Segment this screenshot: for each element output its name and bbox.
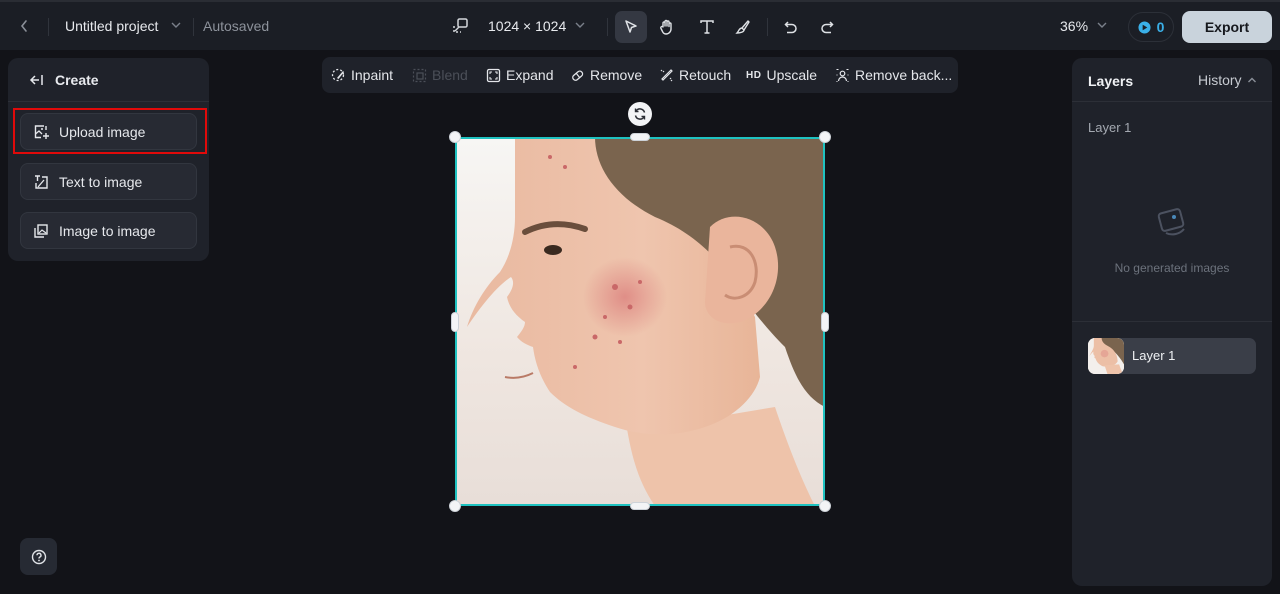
hand-icon <box>660 19 672 35</box>
credits-icon <box>1138 20 1151 34</box>
layer-item[interactable]: Layer 1 <box>1088 338 1256 374</box>
divider <box>193 18 194 36</box>
divider <box>48 18 49 36</box>
back-button[interactable] <box>14 16 34 36</box>
layers-panel-header: Layers History <box>1072 58 1272 102</box>
divider <box>1072 321 1272 322</box>
brush-icon <box>735 20 750 34</box>
divider <box>767 18 768 36</box>
highlight-annotation-box <box>13 108 207 154</box>
rotate-icon <box>634 108 646 120</box>
inpaint-button[interactable]: Inpaint <box>331 57 393 93</box>
eraser-icon <box>572 70 584 81</box>
divider <box>607 18 608 36</box>
empty-state-text: No generated images <box>1114 261 1230 275</box>
remove-background-label: Remove back... <box>855 67 953 83</box>
project-menu-chevron-icon[interactable] <box>168 17 184 33</box>
resize-handle-right[interactable] <box>821 312 829 332</box>
retouch-label: Retouch <box>679 67 732 83</box>
remove-background-button[interactable]: Remove back... <box>835 57 952 93</box>
expand-button[interactable]: Expand <box>486 57 553 93</box>
blend-icon <box>412 68 427 82</box>
text-tool-button[interactable] <box>691 11 723 43</box>
create-panel: Create Upload image Text to image Image … <box>8 58 209 261</box>
layer-name: Layer 1 <box>1132 348 1176 363</box>
expand-icon <box>486 68 501 82</box>
text-to-image-icon <box>35 174 48 189</box>
resize-handle-top-left[interactable] <box>449 131 461 143</box>
layer-section-label: Layer 1 <box>1088 120 1132 135</box>
help-icon <box>31 549 46 564</box>
collapse-left-icon <box>29 74 43 85</box>
zoom-chevron-icon[interactable] <box>1094 17 1110 33</box>
canvas-size[interactable]: 1024 × 1024 <box>488 18 566 34</box>
undo-icon <box>784 21 797 34</box>
remove-label: Remove <box>590 67 643 83</box>
text-to-image-label: Text to image <box>59 173 143 190</box>
project-title[interactable]: Untitled project <box>65 18 158 34</box>
history-label: History <box>1198 72 1242 88</box>
undo-button[interactable] <box>775 11 807 43</box>
layer-thumbnail <box>1088 338 1124 374</box>
canvas-image[interactable] <box>455 137 825 506</box>
chevron-up-icon <box>1247 77 1256 83</box>
credits-count: 0 <box>1156 19 1165 35</box>
text-icon <box>700 20 714 34</box>
blend-label: Blend <box>432 67 468 83</box>
layers-tab[interactable]: Layers <box>1088 73 1133 89</box>
autosave-status: Autosaved <box>203 18 270 34</box>
resize-handle-bottom-left[interactable] <box>449 500 461 512</box>
inpaint-label: Inpaint <box>351 67 394 83</box>
expand-label: Expand <box>506 67 554 83</box>
brush-tool-button[interactable] <box>727 11 759 43</box>
history-tab[interactable]: History <box>1198 72 1258 88</box>
help-button[interactable] <box>20 538 57 575</box>
rotate-button[interactable] <box>628 102 652 126</box>
redo-icon <box>821 21 834 34</box>
text-to-image-button[interactable]: Text to image <box>20 163 197 200</box>
chevron-left-icon <box>20 20 27 32</box>
canvas-size-chevron-icon[interactable] <box>572 17 588 33</box>
create-panel-title: Create <box>55 71 99 88</box>
inpaint-icon <box>331 68 345 81</box>
remove-background-icon <box>836 68 849 82</box>
blend-button: Blend <box>412 57 468 93</box>
hd-icon: HD <box>746 69 762 81</box>
portrait-photo <box>455 137 825 506</box>
retouch-button[interactable]: Retouch <box>659 57 731 93</box>
retouch-icon <box>660 68 673 81</box>
resize-handle-top[interactable] <box>630 133 650 141</box>
image-to-image-label: Image to image <box>59 222 156 239</box>
resize-handle-bottom-right[interactable] <box>819 500 831 512</box>
select-tool-button[interactable] <box>615 11 647 43</box>
layers-panel: Layers History Layer 1 No generated imag… <box>1072 58 1272 586</box>
redo-button[interactable] <box>811 11 843 43</box>
top-bar: Untitled project Autosaved 1024 × 1024 3… <box>0 0 1280 50</box>
hand-tool-button[interactable] <box>651 11 683 43</box>
upscale-label: Upscale <box>766 67 818 83</box>
empty-images-icon <box>1152 203 1192 243</box>
credits-badge[interactable]: 0 <box>1128 12 1174 42</box>
edit-toolbar: Inpaint Blend Expand Remove Retouch HD U… <box>322 57 958 93</box>
resize-canvas-icon[interactable] <box>451 16 471 36</box>
image-to-image-button[interactable]: Image to image <box>20 212 197 249</box>
resize-handle-left[interactable] <box>451 312 459 332</box>
zoom-level[interactable]: 36% <box>1060 18 1088 34</box>
upscale-button[interactable]: HD Upscale <box>746 57 817 93</box>
image-to-image-icon <box>34 223 48 238</box>
resize-handle-top-right[interactable] <box>819 131 831 143</box>
remove-button[interactable]: Remove <box>570 57 642 93</box>
pointer-icon <box>625 20 637 33</box>
export-button[interactable]: Export <box>1182 11 1272 43</box>
create-panel-header[interactable]: Create <box>8 58 209 102</box>
resize-handle-bottom[interactable] <box>630 502 650 510</box>
